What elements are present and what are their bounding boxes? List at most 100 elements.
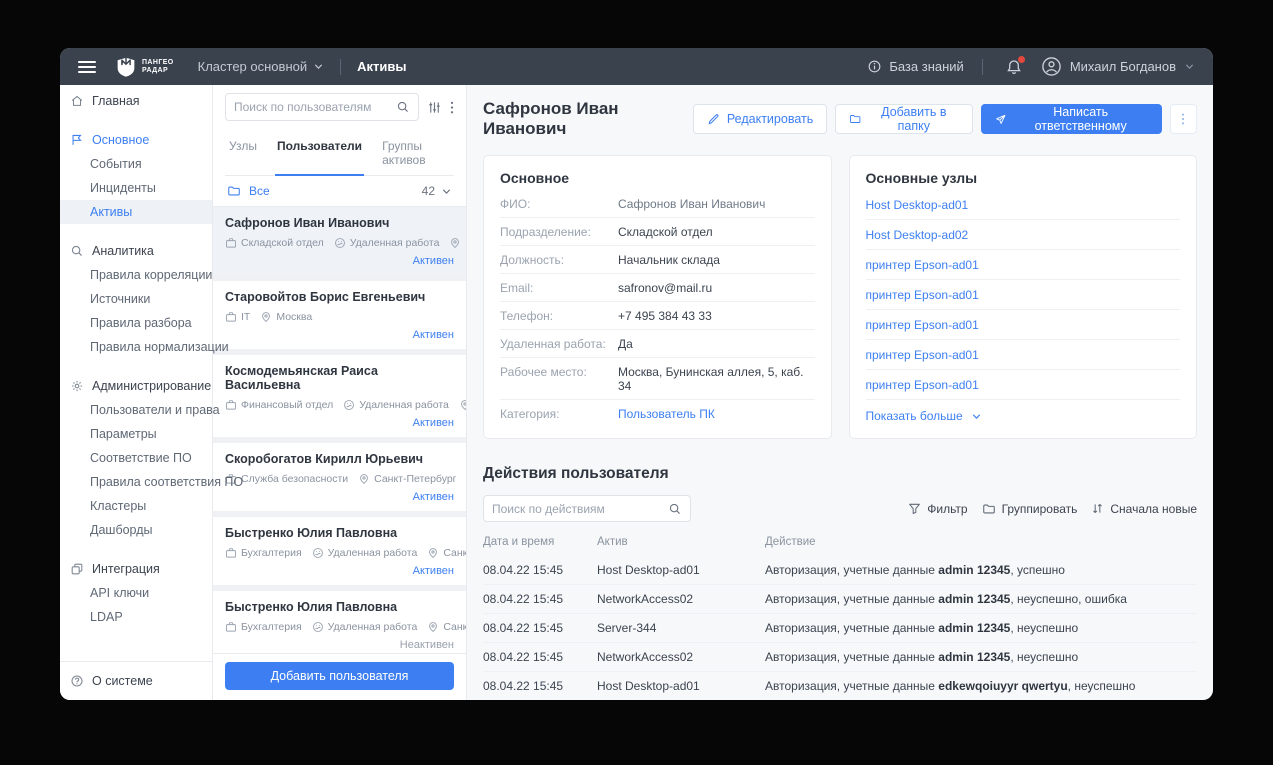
actions-search-input[interactable] (492, 502, 668, 516)
remote-work-icon (343, 399, 355, 411)
status-badge: Неактивен (225, 639, 454, 651)
folder-row: Все 42 (213, 176, 466, 207)
user-card-name: Сафронов Иван Иванович (225, 216, 454, 230)
user-menu[interactable]: Михаил Богданов (1041, 56, 1195, 77)
user-card[interactable]: Космодемьянская Раиса Васильевна Финансо… (213, 355, 466, 437)
column-date: Дата и время (483, 532, 597, 556)
user-card[interactable]: Быстренко Юлия Павловна Бухгалтерия Удал… (213, 591, 466, 653)
filter-sliders-icon[interactable] (427, 100, 442, 115)
remote-work-tag: Удаленная работа (343, 399, 449, 411)
sidebar-section-main[interactable]: Основное (60, 128, 212, 152)
node-link[interactable]: Host Desktop-ad01 (866, 198, 969, 212)
knowledge-base-link[interactable]: База знаний (867, 59, 964, 74)
table-row[interactable]: 08.04.22 15:45 Server-344 Авторизация, у… (483, 614, 1197, 643)
page-title: Активы (357, 59, 406, 74)
table-row[interactable]: 08.04.22 15:45 Host Desktop-ad01 Авториз… (483, 556, 1197, 585)
sort-button[interactable]: Сначала новые (1091, 502, 1197, 516)
folder-all[interactable]: Все (227, 184, 270, 198)
show-more-button[interactable]: Показать больше (866, 400, 1181, 428)
user-card[interactable]: Сафронов Иван Иванович Складской отдел У… (213, 207, 466, 275)
status-badge: Активен (225, 417, 454, 429)
user-search-input[interactable] (234, 100, 396, 114)
sidebar: Главная Основное События Инциденты Актив… (60, 85, 213, 700)
profile-card: Основное ФИО:Сафронов Иван Иванович Подр… (483, 155, 832, 439)
remote-work-tag: Удаленная работа (312, 547, 418, 559)
user-card[interactable]: Старовойтов Борис Евгеньевич IT Москва А… (213, 281, 466, 349)
sidebar-item-about[interactable]: О системе (60, 661, 212, 700)
user-card[interactable]: Быстренко Юлия Павловна Бухгалтерия Удал… (213, 517, 466, 585)
nodes-card-title: Основные узлы (866, 170, 1181, 186)
node-link[interactable]: принтер Epson-ad01 (866, 348, 979, 362)
chevron-down-icon (1184, 61, 1195, 72)
node-link[interactable]: принтер Epson-ad01 (866, 288, 979, 302)
funnel-icon (908, 502, 921, 515)
tab-users[interactable]: Пользователи (275, 133, 364, 175)
sidebar-item-home[interactable]: Главная (60, 89, 212, 113)
sidebar-section-administration[interactable]: Администрирование (60, 374, 212, 398)
sidebar-item-clusters[interactable]: Кластеры (60, 494, 212, 518)
write-to-owner-button[interactable]: Написать ответственному (981, 104, 1162, 134)
sidebar-item-parsing-rules[interactable]: Правила разбора (60, 311, 212, 335)
sidebar-item-sources[interactable]: Источники (60, 287, 212, 311)
cluster-selector[interactable]: Кластер основной (198, 59, 324, 74)
topbar-divider (340, 59, 341, 75)
notification-badge (1018, 56, 1025, 63)
tab-nodes[interactable]: Узлы (227, 133, 259, 175)
sidebar-item-software-compliance[interactable]: Соответствие ПО (60, 446, 212, 470)
column-asset: Актив (597, 532, 765, 556)
field-category-link[interactable]: Пользователь ПК (618, 407, 715, 421)
sidebar-item-dashboards[interactable]: Дашборды (60, 518, 212, 542)
department-tag: Служба безопасности (225, 473, 348, 485)
sidebar-item-assets[interactable]: Активы (60, 200, 212, 224)
group-button[interactable]: Группировать (982, 502, 1078, 516)
sidebar-item-users-rights[interactable]: Пользователи и права (60, 398, 212, 422)
sidebar-item-incidents[interactable]: Инциденты (60, 176, 212, 200)
table-row[interactable]: 08.04.22 15:45 NetworkAccess02 Авторизац… (483, 585, 1197, 614)
add-to-folder-button[interactable]: Добавить в папку (835, 104, 973, 134)
department-tag: Бухгалтерия (225, 621, 302, 633)
table-row[interactable]: 08.04.22 15:45 NetworkAccess02 Авторизац… (483, 643, 1197, 672)
node-link[interactable]: Host Desktop-ad02 (866, 228, 969, 242)
user-card-name: Быстренко Юлия Павловна (225, 600, 454, 614)
brand-logo: ПАНГЕО РАДАР (116, 56, 174, 78)
sidebar-section-integration[interactable]: Интеграция (60, 557, 212, 581)
tab-asset-groups[interactable]: Группы активов (380, 133, 454, 175)
filter-button[interactable]: Фильтр (908, 502, 967, 516)
more-actions-button[interactable] (1170, 104, 1197, 134)
user-card[interactable]: Скоробогатов Кирилл Юрьевич Служба безоп… (213, 443, 466, 511)
topbar: ПАНГЕО РАДАР Кластер основной Активы Баз… (60, 48, 1213, 85)
menu-toggle-icon[interactable] (78, 61, 96, 73)
sidebar-item-ldap[interactable]: LDAP (60, 605, 212, 629)
node-link[interactable]: принтер Epson-ad01 (866, 258, 979, 272)
add-user-button[interactable]: Добавить пользователя (225, 662, 454, 690)
briefcase-icon (225, 547, 237, 559)
sidebar-item-compliance-rules[interactable]: Правила соответствия ПО (60, 470, 212, 494)
remote-work-icon (334, 237, 346, 249)
kebab-menu-icon[interactable] (450, 100, 454, 115)
remote-work-icon (312, 547, 324, 559)
sidebar-item-correlation-rules[interactable]: Правила корреляции (60, 263, 212, 287)
sidebar-item-normalization-rules[interactable]: Правила нормализации (60, 335, 212, 359)
sidebar-item-api-keys[interactable]: API ключи (60, 581, 212, 605)
sidebar-item-parameters[interactable]: Параметры (60, 422, 212, 446)
table-row[interactable]: 08.04.22 15:45 Host Desktop-ad01 Авториз… (483, 672, 1197, 701)
user-search-box (225, 93, 419, 121)
field-workplace: Москва, Бунинская аллея, 5, каб. 34 (618, 365, 815, 393)
node-link[interactable]: принтер Epson-ad01 (866, 378, 979, 392)
notifications-button[interactable] (1005, 58, 1023, 76)
status-badge: Активен (225, 255, 454, 267)
profile-card-title: Основное (500, 170, 815, 186)
sidebar-item-events[interactable]: События (60, 152, 212, 176)
edit-button[interactable]: Редактировать (693, 104, 827, 134)
search-icon (70, 244, 84, 258)
remote-work-icon (312, 621, 324, 633)
folder-count-toggle[interactable]: 42 (422, 184, 452, 198)
sidebar-section-analytics[interactable]: Аналитика (60, 239, 212, 263)
pencil-icon (707, 113, 720, 126)
column-action: Действие (765, 532, 1197, 556)
flag-icon (70, 133, 84, 147)
user-list-panel: Узлы Пользователи Группы активов Все 42 … (213, 85, 467, 700)
actions-search-box (483, 495, 691, 522)
node-link[interactable]: принтер Epson-ad01 (866, 318, 979, 332)
integration-icon (70, 562, 84, 576)
